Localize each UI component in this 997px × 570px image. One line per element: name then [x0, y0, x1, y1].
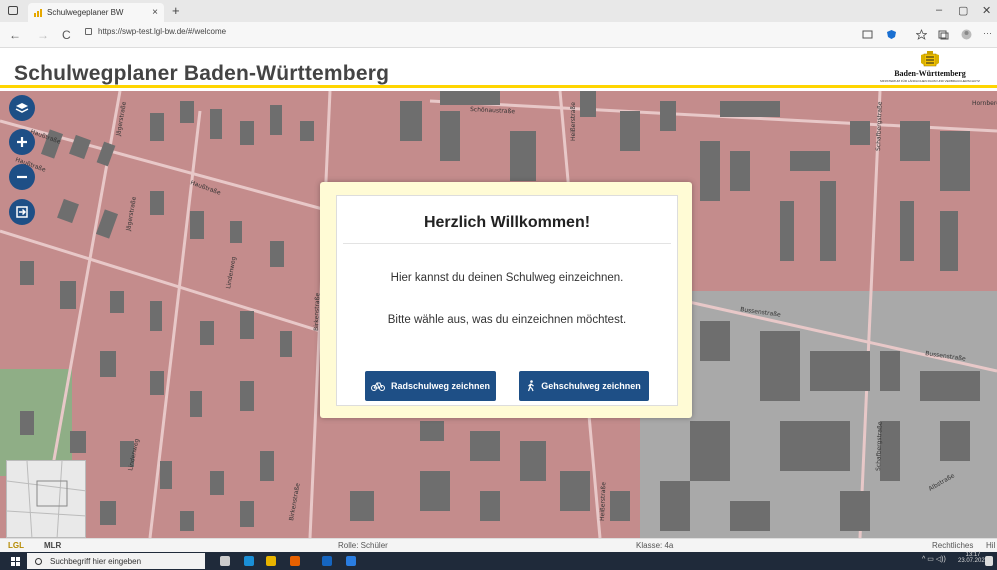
- exit-icon: [16, 206, 28, 218]
- zoom-in-button[interactable]: [9, 129, 35, 155]
- logo-name: Baden-Württemberg: [894, 69, 966, 78]
- dialog-text-intro: Hier kannst du deinen Schulweg einzeichn…: [390, 272, 624, 284]
- new-tab-button[interactable]: +: [172, 3, 180, 18]
- role-label: Rolle: Schüler: [338, 541, 388, 550]
- address-bar: ← → C https://swp-test.lgl-bw.de/#/welco…: [0, 22, 997, 48]
- reader-icon[interactable]: [862, 29, 873, 40]
- street-label-7: Schafbergstraße: [875, 101, 884, 151]
- firefox-icon[interactable]: [290, 556, 300, 566]
- dialog-divider: [343, 243, 671, 244]
- street-label-2: Haußtraße: [189, 179, 222, 197]
- overview-map[interactable]: [6, 460, 86, 538]
- shield-icon[interactable]: [886, 29, 897, 40]
- walking-icon: [528, 380, 535, 392]
- street-label-14: Heißerstraße: [599, 482, 607, 521]
- bw-logo: Baden-Württemberg MINISTERIUM FÜR LÄNDLI…: [875, 51, 985, 85]
- coat-of-arms-icon: [921, 51, 939, 67]
- profile-icon[interactable]: [961, 29, 972, 40]
- favicon-icon: [34, 8, 42, 17]
- tray-icons[interactable]: ^ ▭ ◁)): [922, 555, 946, 563]
- legal-link[interactable]: Rechtliches: [932, 541, 973, 550]
- tab-title: Schulwegeplaner BW: [47, 8, 124, 17]
- minus-icon: [17, 175, 27, 179]
- mlr-logo: MLR: [44, 541, 62, 550]
- edge-icon[interactable]: [244, 556, 254, 566]
- close-window-button[interactable]: ✕: [982, 4, 991, 17]
- collections-icon[interactable]: [938, 29, 949, 40]
- layers-button[interactable]: [9, 95, 35, 121]
- map-area-grey: [640, 291, 997, 538]
- street-label-5: Schönaustraße: [470, 106, 516, 115]
- reload-button[interactable]: C: [62, 28, 71, 42]
- windows-start-icon[interactable]: [11, 557, 20, 566]
- lock-icon: [85, 28, 92, 35]
- favorites-icon[interactable]: [916, 29, 927, 40]
- taskbar-search-placeholder: Suchbegriff hier eingeben: [50, 556, 142, 566]
- taskbar-search[interactable]: Suchbegriff hier eingeben: [27, 553, 205, 569]
- url-field[interactable]: https://swp-test.lgl-bw.de/#/welcome: [85, 27, 226, 36]
- walk-route-button-label: Gehschulweg zeichnen: [541, 381, 641, 391]
- app-icon[interactable]: [346, 556, 356, 566]
- task-view-icon[interactable]: [220, 556, 230, 566]
- outlook-icon[interactable]: [322, 556, 332, 566]
- class-label: Klasse: 4a: [636, 541, 674, 550]
- browser-tab[interactable]: Schulwegeplaner BW ×: [28, 3, 164, 22]
- street-label-6: Heißerstraße: [570, 102, 577, 141]
- app-header: Schulwegplaner Baden-Württemberg Baden-W…: [0, 48, 997, 88]
- more-button[interactable]: ···: [983, 28, 992, 38]
- overview-map-canvas: [7, 461, 85, 537]
- tab-close-icon[interactable]: ×: [152, 7, 158, 18]
- welcome-dialog: Herzlich Willkommen! Hier kannst du dein…: [336, 195, 678, 406]
- maximize-button[interactable]: ▢: [958, 4, 968, 17]
- help-link[interactable]: Hil: [986, 541, 995, 550]
- walk-route-button[interactable]: Gehschulweg zeichnen: [519, 371, 649, 401]
- bicycle-icon: [370, 382, 385, 391]
- bike-route-button-label: Radschulweg zeichnen: [390, 381, 491, 391]
- bike-route-button[interactable]: Radschulweg zeichnen: [365, 371, 496, 401]
- zoom-out-button[interactable]: [9, 164, 35, 190]
- app-footer: LGL MLR Rolle: Schüler Klasse: 4a Rechtl…: [0, 538, 997, 552]
- logo-subtitle: MINISTERIUM FÜR LÄNDLICHEN RAUM UND VERB…: [880, 79, 980, 83]
- exit-button[interactable]: [9, 199, 35, 225]
- browser-tabbar: Schulwegeplaner BW × + – ▢ ✕: [0, 0, 997, 22]
- dialog-title: Herzlich Willkommen!: [423, 214, 591, 231]
- street-label-11: Birkenstraße: [288, 482, 302, 521]
- url-text: https://swp-test.lgl-bw.de/#/welcome: [98, 27, 227, 36]
- back-button[interactable]: ←: [9, 28, 21, 42]
- dialog-text-choose: Bitte wähle aus, was du einzeichnen möch…: [387, 314, 627, 326]
- search-icon: [35, 557, 42, 565]
- street-label-12: Lindenweg: [225, 256, 238, 289]
- clock-date: 23.07.2021: [958, 558, 989, 564]
- layers-icon: [15, 103, 29, 113]
- tab-actions-icon[interactable]: [8, 6, 18, 15]
- notification-icon[interactable]: [985, 556, 993, 566]
- file-explorer-icon[interactable]: [266, 556, 276, 566]
- lgl-logo: LGL: [8, 541, 24, 550]
- clock[interactable]: 13:17 23.07.2021: [958, 552, 988, 564]
- windows-taskbar: Suchbegriff hier eingeben ^ ▭ ◁)) 13:17 2…: [0, 552, 997, 570]
- page-title: Schulwegplaner Baden-Württemberg: [14, 62, 390, 85]
- street-label-4: Jägerstraße: [125, 196, 138, 232]
- minimize-button[interactable]: –: [936, 4, 942, 16]
- plus-icon: [17, 137, 27, 147]
- street-label-17: Hornbergstraße: [972, 100, 997, 107]
- forward-button[interactable]: →: [37, 28, 49, 42]
